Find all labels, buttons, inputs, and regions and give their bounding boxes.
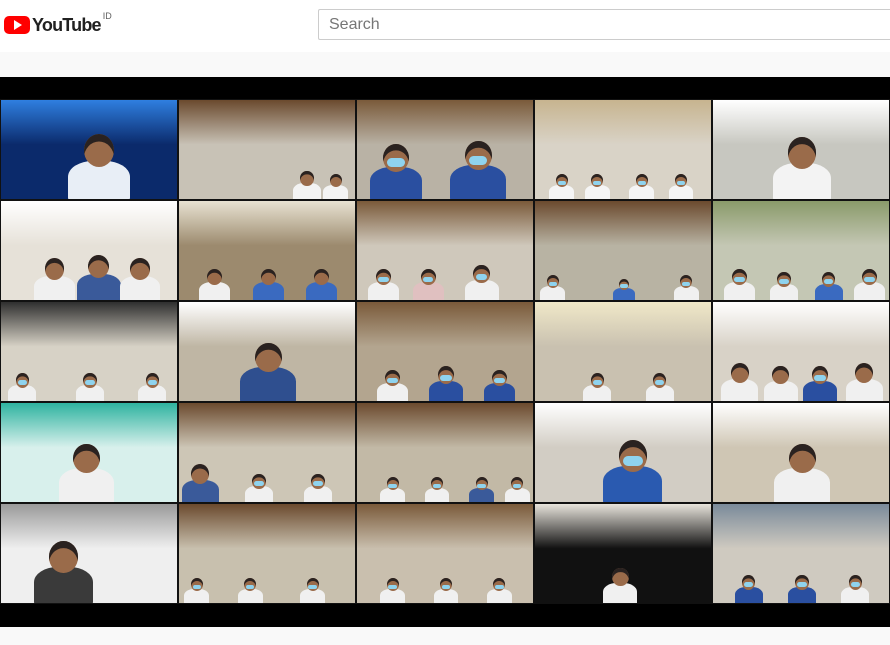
participant-tile: [534, 99, 712, 200]
participant-tile: [0, 200, 178, 301]
video-player[interactable]: [0, 77, 890, 627]
participant-tile: [356, 503, 534, 604]
video-frame-grid: [0, 99, 890, 604]
participant-tile: [178, 200, 356, 301]
participant-tile: [534, 402, 712, 503]
participant-tile: [712, 301, 890, 402]
participant-tile: [0, 503, 178, 604]
participant-tile: [712, 402, 890, 503]
participant-tile: [0, 301, 178, 402]
country-code: ID: [102, 11, 112, 21]
participant-tile: [0, 99, 178, 200]
top-bar: YouTube ID: [0, 0, 890, 52]
participant-tile: [356, 99, 534, 200]
participant-tile: [712, 99, 890, 200]
participant-tile: [712, 200, 890, 301]
youtube-logo[interactable]: YouTube ID: [4, 11, 112, 37]
logo-text: YouTube: [32, 14, 102, 35]
participant-tile: [178, 99, 356, 200]
participant-tile: [356, 200, 534, 301]
participant-tile: [178, 301, 356, 402]
participant-tile: [712, 503, 890, 604]
participant-tile: [534, 503, 712, 604]
participant-tile: [534, 200, 712, 301]
play-icon: [4, 16, 30, 34]
participant-tile: [356, 301, 534, 402]
search-input[interactable]: [318, 9, 890, 40]
participant-tile: [178, 503, 356, 604]
participant-tile: [356, 402, 534, 503]
participant-tile: [178, 402, 356, 503]
participant-tile: [0, 402, 178, 503]
participant-tile: [534, 301, 712, 402]
